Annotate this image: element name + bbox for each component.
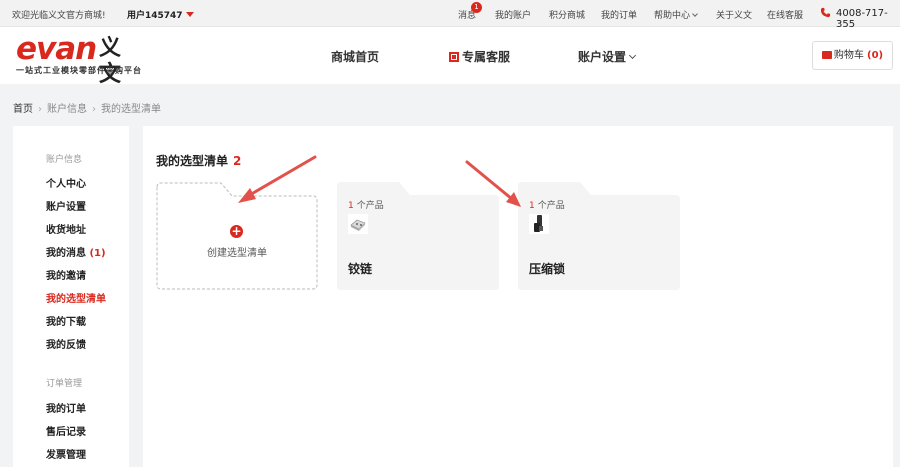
cart-icon [821,51,832,59]
nav-online-service[interactable]: 在线客服 [767,8,803,21]
sidebar-item-invoices[interactable]: 发票管理 [46,446,86,461]
user-menu[interactable]: 用户145747 [127,8,194,21]
phone-icon [820,7,831,18]
nav-mall-home[interactable]: 商城首页 [331,48,379,65]
add-icon: + [230,224,243,238]
chevron-right-icon: › [38,104,42,115]
cart-button[interactable]: 购物车 (0) [812,41,893,70]
breadcrumb-home[interactable]: 首页 [13,104,33,115]
site-logo[interactable]: evan 义文 一站式工业模块零部件采购平台 [16,34,141,88]
chevron-right-icon: › [92,104,96,115]
selection-list-card[interactable]: 1 个产品 铰链 [337,182,499,290]
nav-my-account[interactable]: 我的账户 [495,8,531,21]
nav-about[interactable]: 关于义文 [716,8,752,21]
sidebar-item-address[interactable]: 收货地址 [46,221,86,236]
product-count: 1 个产品 [529,198,565,211]
lock-image [529,214,549,234]
sidebar-group-orders: 订单管理 [46,379,83,389]
sidebar-item-invitations[interactable]: 我的邀请 [46,267,86,282]
list-name: 压缩锁 [529,262,566,276]
list-name: 铰链 [348,262,373,276]
sidebar-group-account: 账户信息 [46,155,83,165]
cart-label: 购物车 [833,50,864,61]
nav-help-center[interactable]: 帮助中心 [654,8,698,21]
product-count-suffix: 个产品 [356,201,384,211]
main-content: 我的选型清单 2 + 创建选型清单 1 个产品 铰链 1 个产品 压缩锁 [143,126,893,467]
create-list-card[interactable]: + 创建选型清单 [156,182,318,290]
message-count: (1) [89,248,106,259]
product-count-number: 1 [348,201,354,211]
page-title: 我的选型清单 2 [156,152,241,169]
message-badge: 1 [471,2,482,13]
sidebar-item-account-settings[interactable]: 账户设置 [46,198,86,213]
page-title-text: 我的选型清单 [156,154,229,168]
sidebar: 账户信息 个人中心 账户设置 收货地址 我的消息 (1) 我的邀请 我的选型清单… [13,126,129,467]
logo-brand: evan [16,31,97,67]
sidebar-item-personal-center[interactable]: 个人中心 [46,175,86,190]
sidebar-item-selection-lists[interactable]: 我的选型清单 [46,290,106,305]
sidebar-item-messages[interactable]: 我的消息 (1) [46,244,106,259]
service-icon [449,52,459,62]
selection-list-card[interactable]: 1 个产品 压缩锁 [518,182,680,290]
logo-brand-cn: 义文 [99,36,122,87]
create-list-label: 创建选型清单 [207,248,267,259]
breadcrumb-current: 我的选型清单 [101,104,161,115]
user-name: 用户145747 [127,11,183,21]
nav-account-settings[interactable]: 账户设置 [578,48,637,65]
sidebar-item-after-sales[interactable]: 售后记录 [46,423,86,438]
sidebar-item-label: 我的消息 [46,248,86,259]
help-center-label: 帮助中心 [654,11,691,21]
nav-my-orders[interactable]: 我的订单 [601,8,637,21]
list-count: 2 [233,154,242,168]
cart-count: (0) [867,50,884,61]
sidebar-item-my-orders[interactable]: 我的订单 [46,400,86,415]
caret-down-icon [185,12,194,17]
exclusive-service-label: 专属客服 [462,50,511,64]
breadcrumb: 首页 › 账户信息 › 我的选型清单 [13,100,161,115]
top-bar: 欢迎光临义文官方商城! 用户145747 消息 1 我的账户 积分商城 我的订单… [0,0,900,30]
product-count-number: 1 [529,201,535,211]
sidebar-item-feedback[interactable]: 我的反馈 [46,336,86,351]
site-header: evan 义文 一站式工业模块零部件采购平台 商城首页 专属客服 账户设置 [0,27,900,88]
account-settings-label: 账户设置 [578,50,627,64]
sidebar-item-downloads[interactable]: 我的下载 [46,313,86,328]
nav-exclusive-service[interactable]: 专属客服 [449,48,510,65]
chevron-down-icon [628,51,637,60]
breadcrumb-account-info[interactable]: 账户信息 [47,104,87,115]
nav-points-mall[interactable]: 积分商城 [549,8,585,21]
product-count-suffix: 个产品 [537,201,565,211]
hinge-image [348,214,368,234]
welcome-text: 欢迎光临义文官方商城! [12,11,106,21]
chevron-down-icon [692,11,698,17]
product-count: 1 个产品 [348,198,384,211]
logo-tagline: 一站式工业模块零部件采购平台 [16,66,142,75]
